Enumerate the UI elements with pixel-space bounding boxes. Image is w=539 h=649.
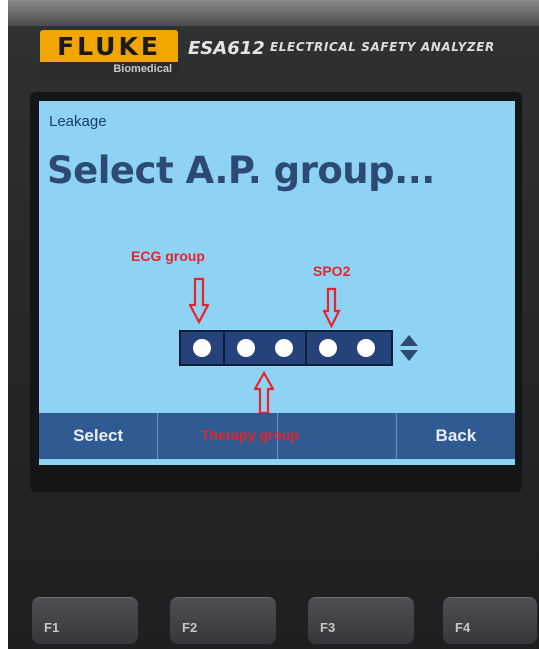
therapy-group-slot[interactable]: [225, 332, 305, 364]
f2-label: F2: [182, 620, 198, 635]
applied-parts-block[interactable]: [179, 330, 393, 366]
f4-key[interactable]: F4: [443, 597, 537, 644]
ap-terminal: [193, 339, 211, 357]
ecg-arrow-icon: [189, 277, 209, 325]
softkey-back[interactable]: Back: [397, 413, 515, 459]
ap-terminal: [319, 339, 337, 357]
annotation-spo2: SPO2: [313, 263, 351, 279]
brand-name: FLUKE: [57, 32, 161, 61]
f3-key[interactable]: F3: [308, 597, 414, 644]
ap-terminal: [275, 339, 293, 357]
model-description: ELECTRICAL SAFETY ANALYZER: [270, 40, 495, 54]
f1-key[interactable]: F1: [32, 597, 138, 644]
softkey-select[interactable]: Select: [39, 413, 159, 459]
up-down-arrows-icon: [400, 335, 418, 361]
brand-sub-bar: Biomedical: [40, 62, 178, 78]
annotation-therapy-group: Therapy group: [201, 427, 300, 443]
lcd-screen: Leakage Select A.P. group... ECG group S…: [39, 101, 515, 465]
screen-title: Select A.P. group...: [47, 149, 435, 192]
annotation-ecg-group: ECG group: [131, 248, 205, 264]
ecg-group-slot[interactable]: [181, 332, 223, 364]
spo2-arrow-icon: [323, 287, 341, 329]
spo2-group-slot[interactable]: [307, 332, 387, 364]
brand-sub: Biomedical: [113, 63, 172, 75]
f3-label: F3: [320, 620, 336, 635]
therapy-arrow-icon: [254, 371, 274, 415]
device-top-edge: [8, 0, 539, 26]
screen-mode-label: Leakage: [49, 113, 107, 130]
f1-label: F1: [44, 620, 60, 635]
model-name: ESA612: [188, 38, 265, 59]
f2-key[interactable]: F2: [170, 597, 276, 644]
ap-terminal: [357, 339, 375, 357]
f4-label: F4: [455, 620, 471, 635]
ap-terminal: [237, 339, 255, 357]
